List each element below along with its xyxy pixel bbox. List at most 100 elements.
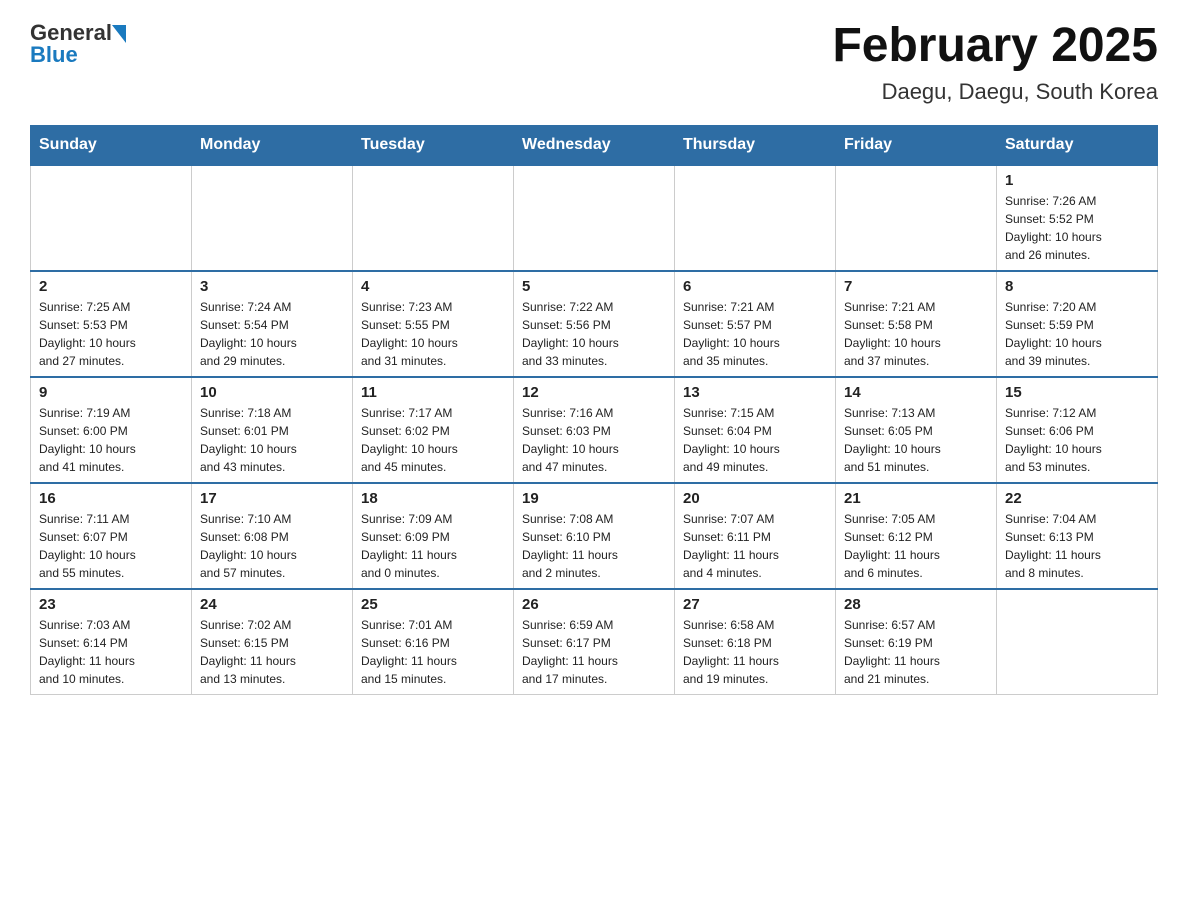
calendar-cell: 8Sunrise: 7:20 AM Sunset: 5:59 PM Daylig… bbox=[997, 271, 1158, 377]
day-number: 20 bbox=[683, 490, 827, 507]
calendar-cell: 23 Sunrise: 7:03 AM Sunset: 6:14 PM Dayli… bbox=[31, 589, 192, 695]
day-info: Sunrise: 7:16 AM Sunset: 6:03 PM Dayligh… bbox=[522, 404, 666, 476]
title-block: February 2025 Daegu, Daegu, South Korea bbox=[832, 20, 1158, 105]
calendar-cell: 16 Sunrise: 7:11 AM Sunset: 6:07 PM Dayli… bbox=[31, 483, 192, 589]
weekday-header-friday: Friday bbox=[836, 125, 997, 165]
day-info: Sunrise: 7:10 AM Sunset: 6:08 PM Dayligh… bbox=[200, 510, 344, 582]
calendar-cell: 19 Sunrise: 7:08 AM Sunset: 6:10 PM Dayli… bbox=[514, 483, 675, 589]
day-number: 14 bbox=[844, 384, 988, 401]
day-number: 10 bbox=[200, 384, 344, 401]
calendar-cell: 28 Sunrise: 6:57 AM Sunset: 6:19 PM Dayli… bbox=[836, 589, 997, 695]
calendar-cell: 17 Sunrise: 7:10 AM Sunset: 6:08 PM Dayli… bbox=[192, 483, 353, 589]
day-info: Sunrise: 7:03 AM Sunset: 6:14 PM Dayligh… bbox=[39, 616, 183, 688]
calendar-cell: 2Sunrise: 7:25 AM Sunset: 5:53 PM Daylig… bbox=[31, 271, 192, 377]
day-info: Sunrise: 7:15 AM Sunset: 6:04 PM Dayligh… bbox=[683, 404, 827, 476]
calendar-cell: 22Sunrise: 7:04 AM Sunset: 6:13 PM Dayli… bbox=[997, 483, 1158, 589]
day-number: 17 bbox=[200, 490, 344, 507]
day-number: 12 bbox=[522, 384, 666, 401]
day-number: 9 bbox=[39, 384, 183, 401]
day-number: 28 bbox=[844, 596, 988, 613]
calendar-cell bbox=[514, 165, 675, 271]
calendar-cell: 27 Sunrise: 6:58 AM Sunset: 6:18 PM Dayli… bbox=[675, 589, 836, 695]
calendar-week-row: 2Sunrise: 7:25 AM Sunset: 5:53 PM Daylig… bbox=[31, 271, 1158, 377]
day-info: Sunrise: 7:21 AM Sunset: 5:58 PM Dayligh… bbox=[844, 298, 988, 370]
day-number: 15 bbox=[1005, 384, 1149, 401]
day-info: Sunrise: 7:11 AM Sunset: 6:07 PM Dayligh… bbox=[39, 510, 183, 582]
day-number: 5 bbox=[522, 278, 666, 295]
day-info: Sunrise: 7:05 AM Sunset: 6:12 PM Dayligh… bbox=[844, 510, 988, 582]
day-number: 23 bbox=[39, 596, 183, 613]
day-number: 8 bbox=[1005, 278, 1149, 295]
calendar-cell: 5Sunrise: 7:22 AM Sunset: 5:56 PM Daylig… bbox=[514, 271, 675, 377]
calendar-cell: 13Sunrise: 7:15 AM Sunset: 6:04 PM Dayli… bbox=[675, 377, 836, 483]
day-info: Sunrise: 7:07 AM Sunset: 6:11 PM Dayligh… bbox=[683, 510, 827, 582]
day-number: 27 bbox=[683, 596, 827, 613]
day-info: Sunrise: 7:13 AM Sunset: 6:05 PM Dayligh… bbox=[844, 404, 988, 476]
day-number: 18 bbox=[361, 490, 505, 507]
calendar-cell: 9Sunrise: 7:19 AM Sunset: 6:00 PM Daylig… bbox=[31, 377, 192, 483]
calendar-table: SundayMondayTuesdayWednesdayThursdayFrid… bbox=[30, 125, 1158, 695]
day-info: Sunrise: 6:59 AM Sunset: 6:17 PM Dayligh… bbox=[522, 616, 666, 688]
calendar-week-row: 23 Sunrise: 7:03 AM Sunset: 6:14 PM Dayli… bbox=[31, 589, 1158, 695]
calendar-cell: 1 Sunrise: 7:26 AM Sunset: 5:52 PM Daylig… bbox=[997, 165, 1158, 271]
day-info: Sunrise: 7:02 AM Sunset: 6:15 PM Dayligh… bbox=[200, 616, 344, 688]
day-info: Sunrise: 6:57 AM Sunset: 6:19 PM Dayligh… bbox=[844, 616, 988, 688]
day-number: 6 bbox=[683, 278, 827, 295]
day-info: Sunrise: 7:12 AM Sunset: 6:06 PM Dayligh… bbox=[1005, 404, 1149, 476]
day-info: Sunrise: 7:17 AM Sunset: 6:02 PM Dayligh… bbox=[361, 404, 505, 476]
calendar-cell: 21 Sunrise: 7:05 AM Sunset: 6:12 PM Dayli… bbox=[836, 483, 997, 589]
weekday-header-sunday: Sunday bbox=[31, 125, 192, 165]
calendar-title: February 2025 bbox=[832, 20, 1158, 73]
calendar-cell: 24 Sunrise: 7:02 AM Sunset: 6:15 PM Dayli… bbox=[192, 589, 353, 695]
calendar-week-row: 9Sunrise: 7:19 AM Sunset: 6:00 PM Daylig… bbox=[31, 377, 1158, 483]
day-info: Sunrise: 7:24 AM Sunset: 5:54 PM Dayligh… bbox=[200, 298, 344, 370]
calendar-cell: 12 Sunrise: 7:16 AM Sunset: 6:03 PM Dayli… bbox=[514, 377, 675, 483]
calendar-week-row: 16 Sunrise: 7:11 AM Sunset: 6:07 PM Dayli… bbox=[31, 483, 1158, 589]
day-number: 3 bbox=[200, 278, 344, 295]
calendar-cell: 7Sunrise: 7:21 AM Sunset: 5:58 PM Daylig… bbox=[836, 271, 997, 377]
calendar-cell bbox=[997, 589, 1158, 695]
day-info: Sunrise: 7:26 AM Sunset: 5:52 PM Dayligh… bbox=[1005, 192, 1149, 264]
day-info: Sunrise: 7:21 AM Sunset: 5:57 PM Dayligh… bbox=[683, 298, 827, 370]
calendar-header-row: SundayMondayTuesdayWednesdayThursdayFrid… bbox=[31, 125, 1158, 165]
weekday-header-saturday: Saturday bbox=[997, 125, 1158, 165]
weekday-header-thursday: Thursday bbox=[675, 125, 836, 165]
day-info: Sunrise: 7:09 AM Sunset: 6:09 PM Dayligh… bbox=[361, 510, 505, 582]
day-number: 4 bbox=[361, 278, 505, 295]
day-number: 24 bbox=[200, 596, 344, 613]
day-info: Sunrise: 6:58 AM Sunset: 6:18 PM Dayligh… bbox=[683, 616, 827, 688]
weekday-header-wednesday: Wednesday bbox=[514, 125, 675, 165]
calendar-cell: 4 Sunrise: 7:23 AM Sunset: 5:55 PM Daylig… bbox=[353, 271, 514, 377]
day-info: Sunrise: 7:08 AM Sunset: 6:10 PM Dayligh… bbox=[522, 510, 666, 582]
page-header: General Blue February 2025 Daegu, Daegu,… bbox=[30, 20, 1158, 105]
day-number: 21 bbox=[844, 490, 988, 507]
calendar-subtitle: Daegu, Daegu, South Korea bbox=[832, 79, 1158, 105]
day-number: 11 bbox=[361, 384, 505, 401]
calendar-cell bbox=[192, 165, 353, 271]
day-number: 19 bbox=[522, 490, 666, 507]
calendar-cell bbox=[675, 165, 836, 271]
day-info: Sunrise: 7:18 AM Sunset: 6:01 PM Dayligh… bbox=[200, 404, 344, 476]
day-info: Sunrise: 7:25 AM Sunset: 5:53 PM Dayligh… bbox=[39, 298, 183, 370]
day-info: Sunrise: 7:23 AM Sunset: 5:55 PM Dayligh… bbox=[361, 298, 505, 370]
calendar-cell: 18 Sunrise: 7:09 AM Sunset: 6:09 PM Dayli… bbox=[353, 483, 514, 589]
calendar-cell: 3 Sunrise: 7:24 AM Sunset: 5:54 PM Daylig… bbox=[192, 271, 353, 377]
calendar-cell: 25Sunrise: 7:01 AM Sunset: 6:16 PM Dayli… bbox=[353, 589, 514, 695]
day-number: 25 bbox=[361, 596, 505, 613]
day-number: 16 bbox=[39, 490, 183, 507]
day-number: 1 bbox=[1005, 172, 1149, 189]
weekday-header-tuesday: Tuesday bbox=[353, 125, 514, 165]
calendar-cell bbox=[353, 165, 514, 271]
calendar-week-row: 1 Sunrise: 7:26 AM Sunset: 5:52 PM Daylig… bbox=[31, 165, 1158, 271]
day-info: Sunrise: 7:04 AM Sunset: 6:13 PM Dayligh… bbox=[1005, 510, 1149, 582]
calendar-cell: 6 Sunrise: 7:21 AM Sunset: 5:57 PM Daylig… bbox=[675, 271, 836, 377]
calendar-cell: 15 Sunrise: 7:12 AM Sunset: 6:06 PM Dayli… bbox=[997, 377, 1158, 483]
calendar-cell bbox=[31, 165, 192, 271]
calendar-cell: 14 Sunrise: 7:13 AM Sunset: 6:05 PM Dayli… bbox=[836, 377, 997, 483]
day-number: 26 bbox=[522, 596, 666, 613]
calendar-cell: 20 Sunrise: 7:07 AM Sunset: 6:11 PM Dayli… bbox=[675, 483, 836, 589]
calendar-cell: 11 Sunrise: 7:17 AM Sunset: 6:02 PM Dayli… bbox=[353, 377, 514, 483]
calendar-cell: 10 Sunrise: 7:18 AM Sunset: 6:01 PM Dayli… bbox=[192, 377, 353, 483]
logo: General Blue bbox=[30, 20, 126, 68]
calendar-cell: 26 Sunrise: 6:59 AM Sunset: 6:17 PM Dayli… bbox=[514, 589, 675, 695]
